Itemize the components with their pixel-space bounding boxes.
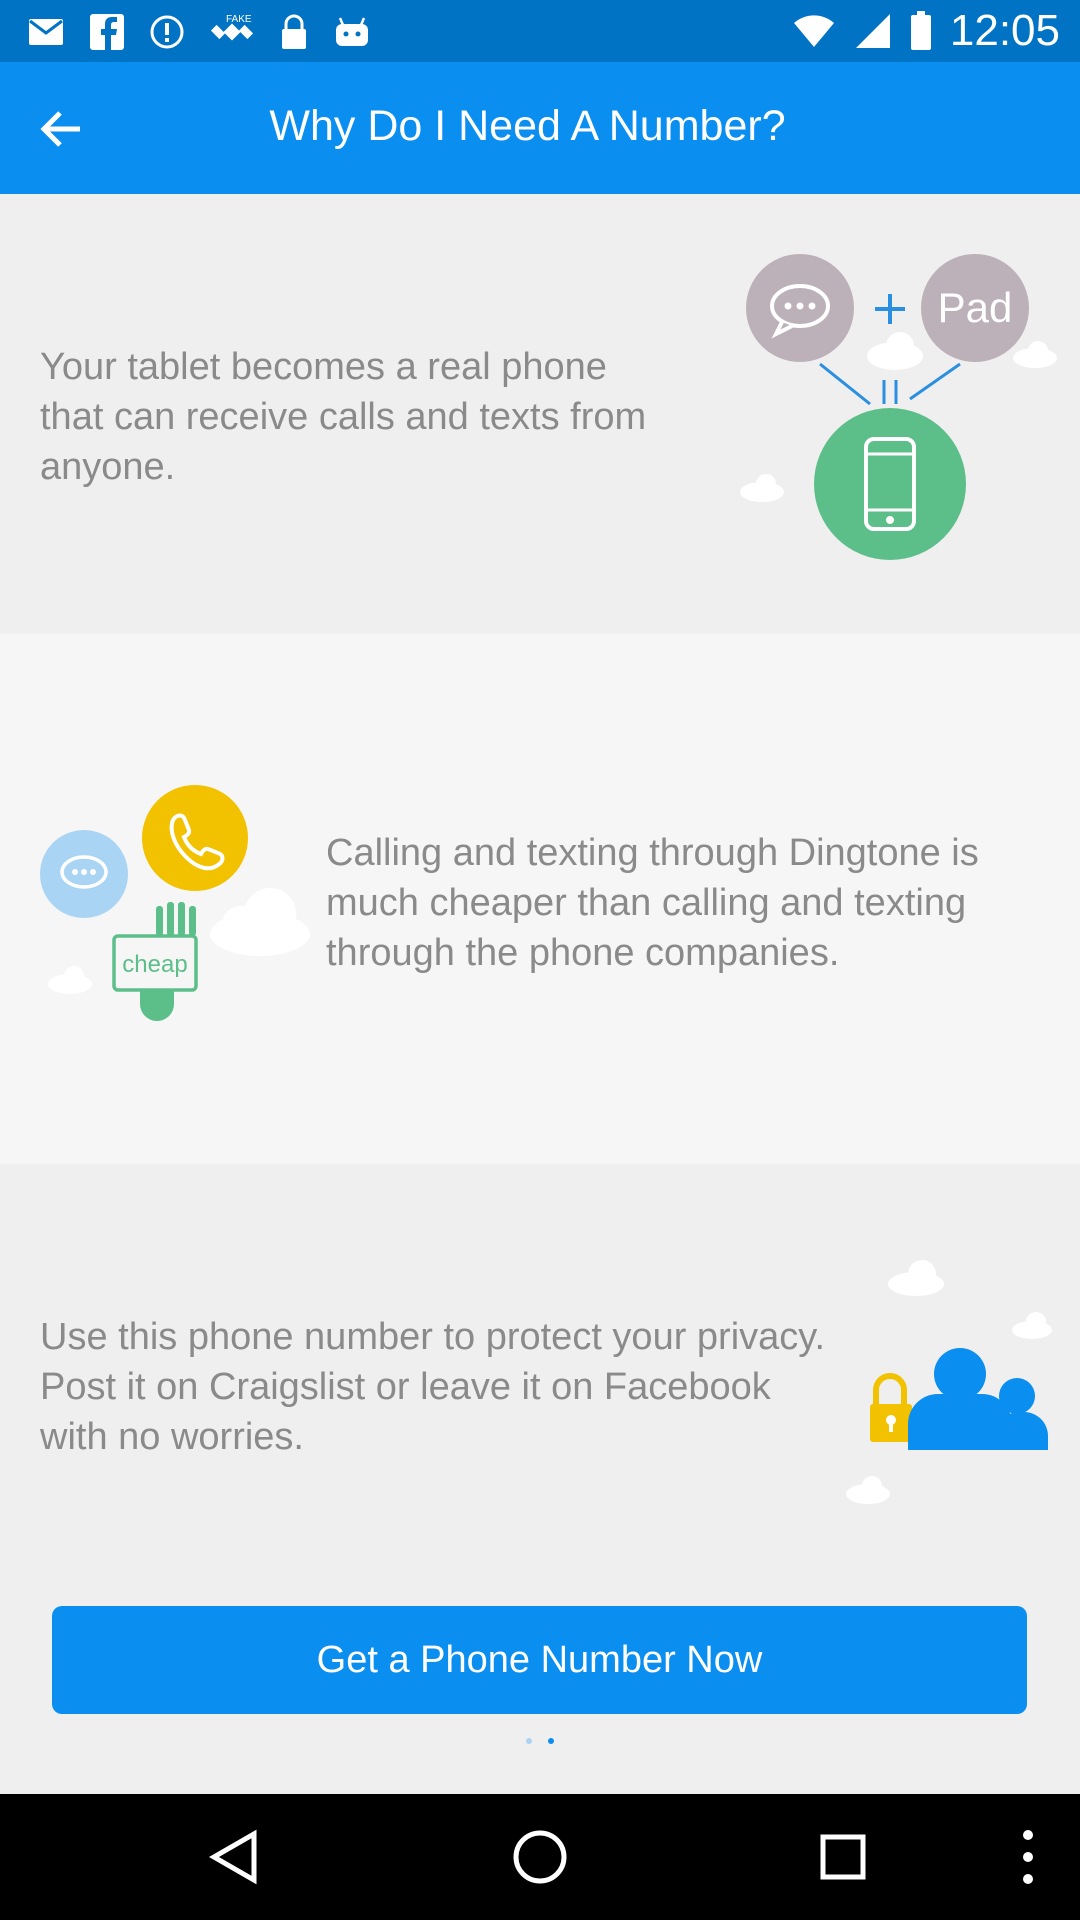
page-dot-active	[548, 1738, 554, 1744]
chat-bubble-icon	[746, 254, 854, 362]
get-phone-number-button[interactable]: Get a Phone Number Now	[52, 1606, 1027, 1714]
fake-gps-icon: FAKE	[210, 12, 254, 52]
lock-icon	[870, 1373, 912, 1442]
lock-icon	[280, 14, 308, 50]
nav-home-button[interactable]	[505, 1822, 575, 1892]
cheap-illustration: cheap	[40, 784, 330, 1024]
signal-icon	[854, 12, 892, 50]
page-indicator	[0, 1738, 1080, 1744]
nav-recents-button[interactable]	[808, 1822, 878, 1892]
back-icon	[208, 1829, 257, 1885]
call-icon	[142, 785, 248, 891]
android-icon	[334, 16, 370, 48]
svg-text:FAKE: FAKE	[226, 14, 252, 25]
status-bar: FAKE 12:05	[0, 0, 1080, 62]
feature-text-privacy: Use this phone number to protect your pr…	[40, 1316, 826, 1458]
wifi-icon	[792, 13, 836, 49]
battery-icon	[910, 11, 932, 51]
facebook-icon	[90, 14, 124, 50]
nav-back-button[interactable]	[200, 1822, 270, 1892]
chat-bubble-icon	[40, 830, 128, 918]
mail-icon	[28, 18, 64, 46]
cheap-label: cheap	[122, 951, 187, 978]
pad-icon: Pad	[921, 254, 1029, 362]
page-dot	[526, 1738, 532, 1744]
navigation-bar	[0, 1794, 1080, 1920]
pad-label: Pad	[938, 284, 1013, 331]
status-time: 12:05	[949, 6, 1060, 55]
alert-icon	[150, 15, 184, 49]
plug-icon: cheap	[112, 902, 198, 1021]
home-icon	[513, 1830, 567, 1884]
feature-text-cheaper: Calling and texting through Dingtone is …	[326, 832, 979, 974]
phone-device-icon	[814, 408, 966, 560]
more-icon	[1023, 1830, 1033, 1884]
real-phone-illustration: Pad	[730, 234, 1070, 574]
nav-more-button[interactable]	[1000, 1822, 1070, 1892]
feature-section-cheaper: cheap Calling and texting through Dingto…	[0, 634, 1080, 1164]
feature-text-real-phone: Your tablet becomes a real phone that ca…	[40, 346, 647, 488]
app-bar: Why Do I Need A Number?	[0, 62, 1080, 194]
people-icon	[908, 1348, 1048, 1450]
page-title: Why Do I Need A Number?	[269, 102, 786, 150]
recents-icon	[820, 1834, 866, 1880]
privacy-illustration	[840, 1254, 1070, 1514]
feature-section-real-phone: Your tablet becomes a real phone that ca…	[0, 194, 1080, 634]
